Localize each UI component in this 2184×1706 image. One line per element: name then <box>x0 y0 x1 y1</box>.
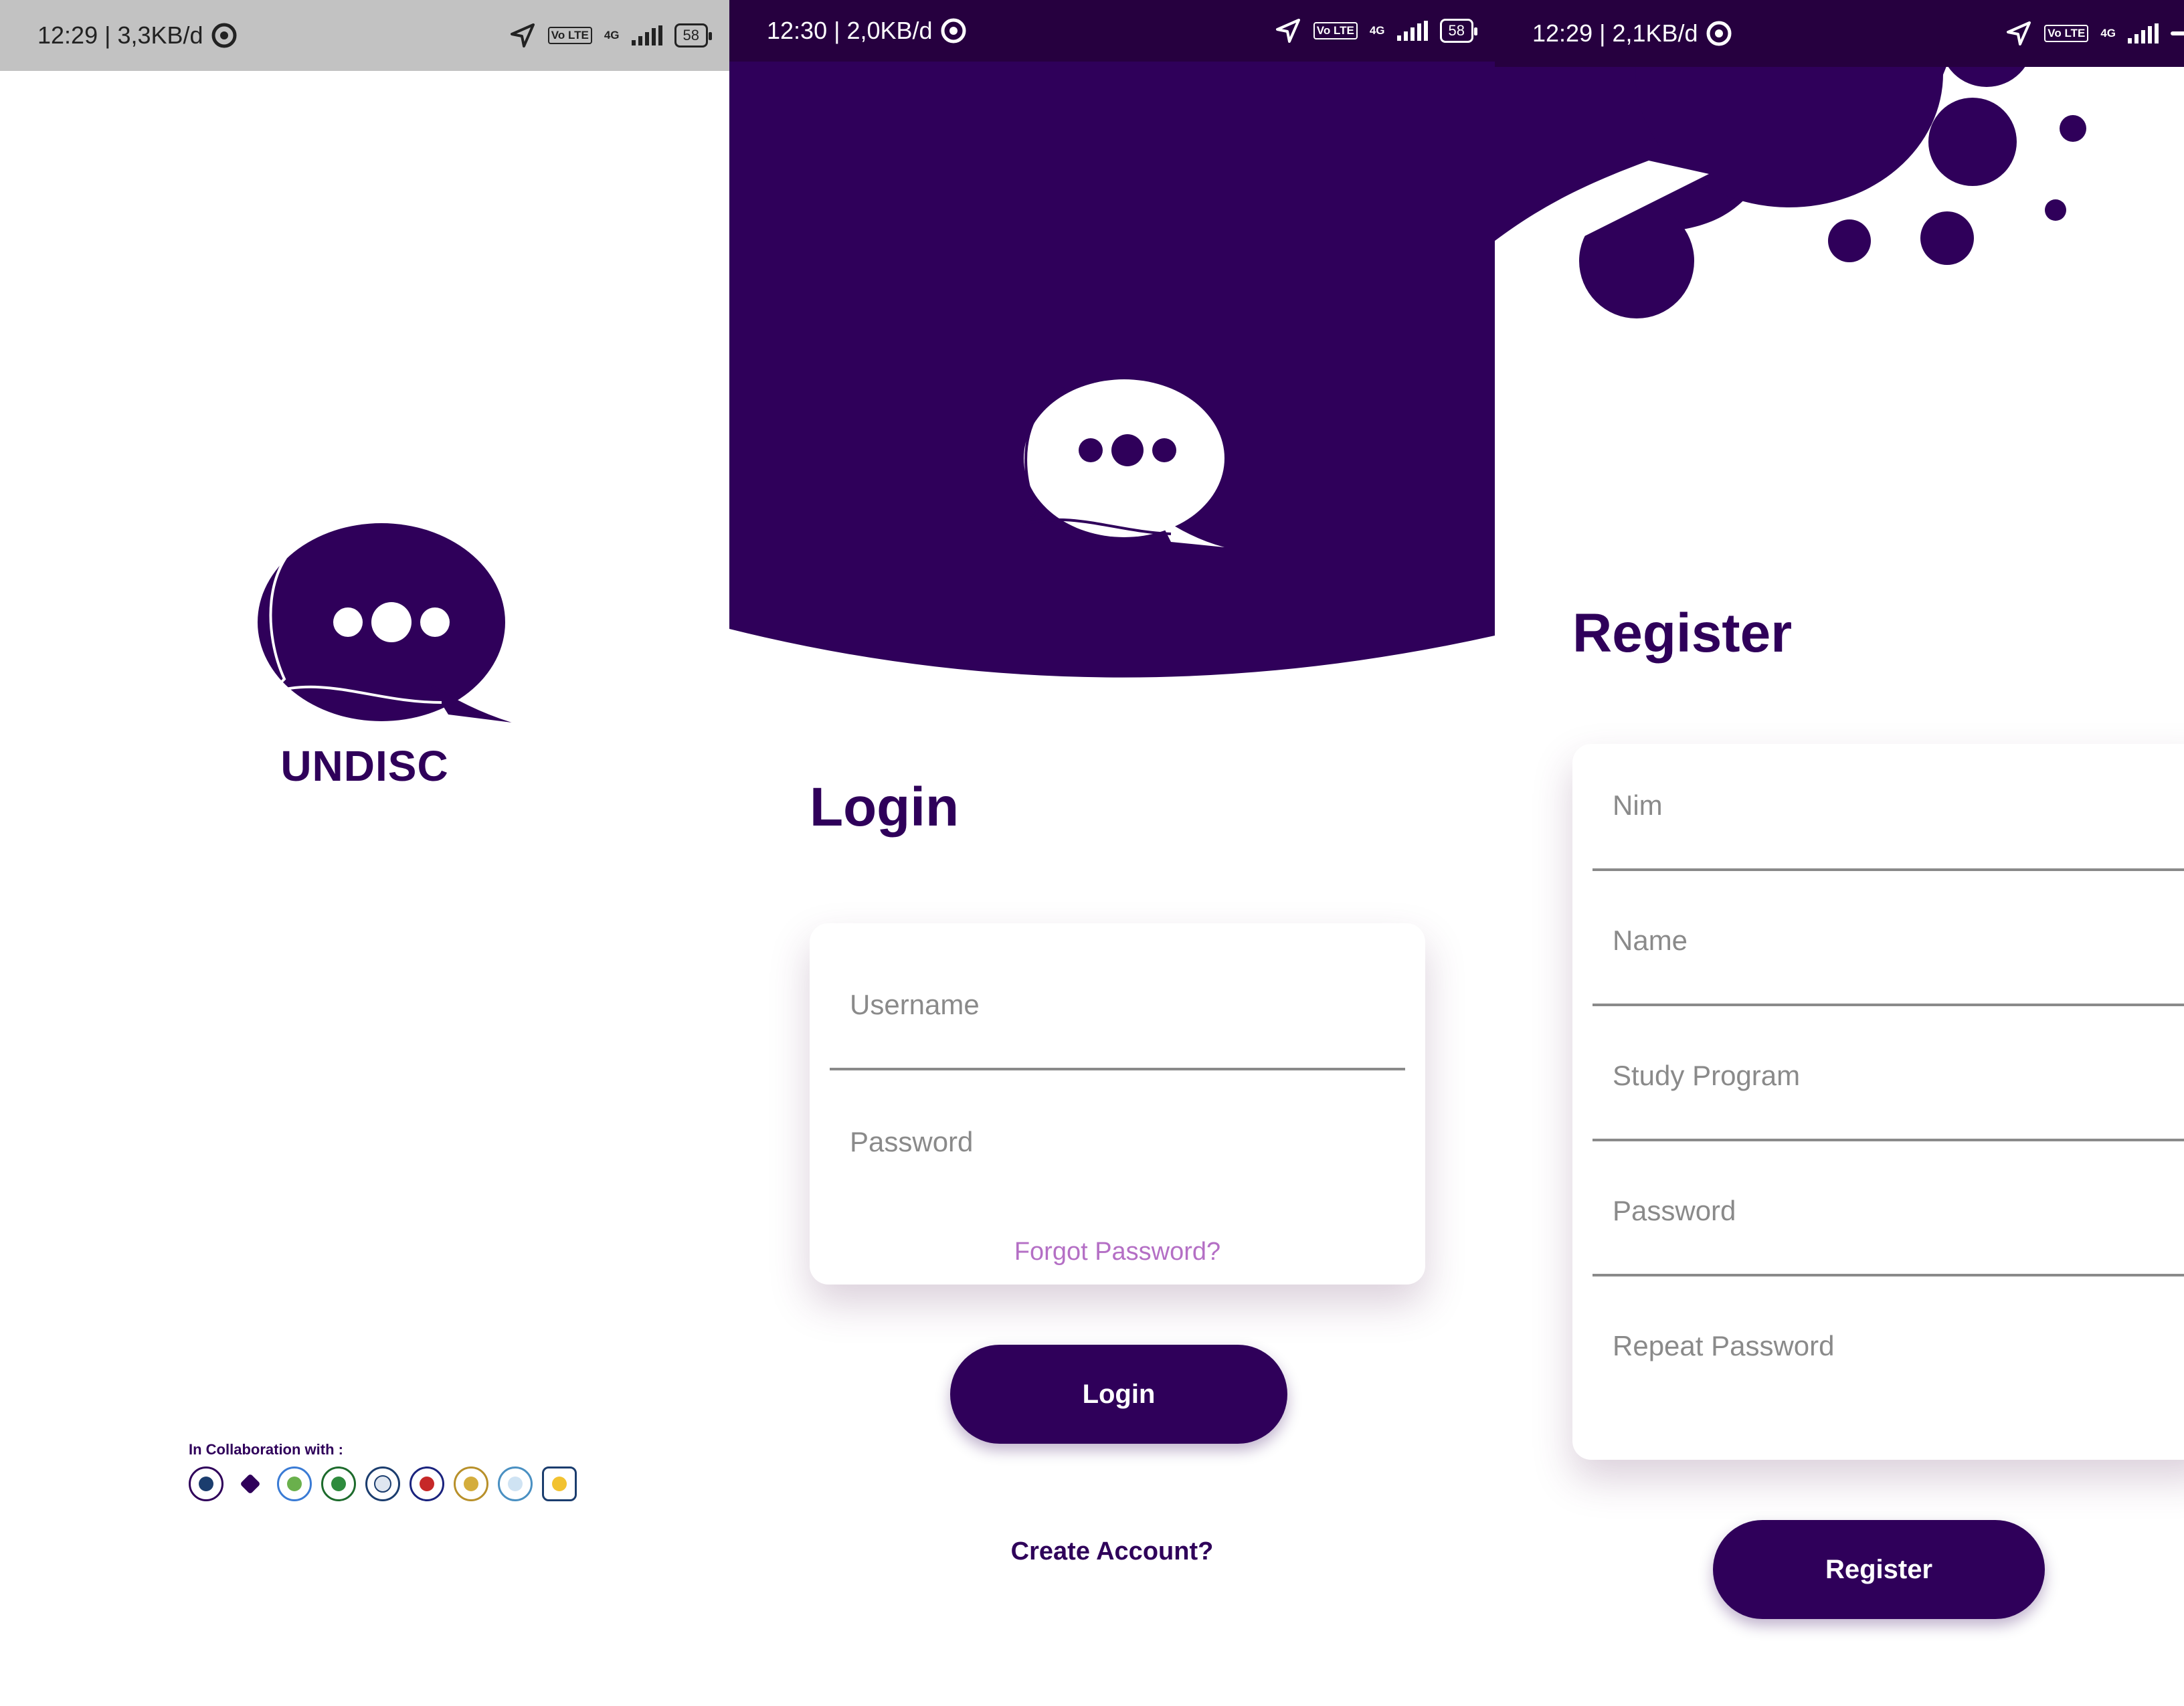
signal-icon <box>2128 23 2159 43</box>
field-underline <box>1592 1004 2184 1006</box>
undisc-logo-icon <box>258 523 512 723</box>
field-underline <box>830 1068 1405 1070</box>
volte-icon: Vo LTE <box>1313 22 1358 39</box>
repeat-password-placeholder: Repeat Password <box>1613 1330 1835 1361</box>
partner-logo-icon <box>498 1466 533 1501</box>
partner-logo-icon <box>542 1466 577 1501</box>
partner-logo-icon <box>233 1466 268 1501</box>
notification-icon <box>1706 21 1732 46</box>
notification-icon <box>211 23 237 48</box>
status-bar: 12:29 | 3,3KB/d Vo LTE 4G 58 <box>0 0 729 71</box>
page-title: Login <box>810 777 960 838</box>
create-account-link[interactable]: Create Account? <box>729 1537 1495 1566</box>
network-type: 4G <box>604 29 620 41</box>
location-icon <box>2007 21 2031 45</box>
login-button[interactable]: Login <box>950 1345 1287 1444</box>
password-placeholder: Password <box>1613 1195 1736 1226</box>
field-underline <box>1592 1274 2184 1276</box>
status-bar: 12:30 | 2,0KB/d Vo LTE 4G 58 <box>729 0 1495 62</box>
page-title: Register <box>1572 603 1793 664</box>
app-name: UNDISC <box>280 742 449 790</box>
volte-icon: Vo LTE <box>2044 25 2089 42</box>
partner-logos <box>189 1466 577 1501</box>
header-background <box>729 0 1495 678</box>
status-time: 12:30 | 2,0KB/d <box>767 17 933 44</box>
password-placeholder: Password <box>850 1126 974 1157</box>
signal-icon <box>1396 21 1428 41</box>
register-form-card: Nim Name Study Program Password Repeat P… <box>1572 744 2184 1460</box>
chat-bubble-icon <box>1023 379 1224 547</box>
forgot-password-link[interactable]: Forgot Password? <box>810 1238 1425 1266</box>
signal-icon <box>631 25 662 45</box>
battery-icon: 58 <box>1439 19 1478 43</box>
battery-icon: 58 <box>674 23 713 48</box>
location-icon <box>510 23 535 48</box>
partner-logo-icon <box>454 1466 488 1501</box>
name-field[interactable]: Name <box>1592 879 2184 1006</box>
partner-logo-icon <box>410 1466 444 1501</box>
splash-screen: 12:29 | 3,3KB/d Vo LTE 4G 58 UNDISC In C… <box>0 0 729 1706</box>
battery-icon <box>2171 31 2184 35</box>
login-form-card: Username Password Forgot Password? <box>810 923 1425 1285</box>
network-type: 4G <box>1369 24 1385 37</box>
password-field[interactable]: Password <box>1592 1149 2184 1276</box>
partner-logo-icon <box>189 1466 223 1501</box>
status-time: 12:29 | 3,3KB/d <box>37 21 203 49</box>
login-screen: 12:30 | 2,0KB/d Vo LTE 4G 58 Login Usern… <box>729 0 1495 1706</box>
repeat-password-field[interactable]: Repeat Password <box>1592 1285 2184 1412</box>
volte-icon: Vo LTE <box>547 27 592 44</box>
collab-label: In Collaboration with : <box>189 1441 343 1458</box>
field-underline <box>1592 868 2184 871</box>
register-button[interactable]: Register <box>1713 1520 2045 1619</box>
network-type: 4G <box>2100 27 2116 39</box>
register-screen: 12:29 | 2,1KB/d Vo LTE 4G Register Nim N… <box>1495 0 2184 1706</box>
nim-field[interactable]: Nim <box>1592 744 2184 871</box>
name-placeholder: Name <box>1613 925 1688 956</box>
status-time: 12:29 | 2,1KB/d <box>1532 19 1698 47</box>
status-bar: 12:29 | 2,1KB/d Vo LTE 4G <box>1495 0 2184 67</box>
field-underline <box>1592 1139 2184 1141</box>
username-placeholder: Username <box>850 989 980 1020</box>
location-icon <box>1275 19 1300 43</box>
partner-logo-icon <box>321 1466 356 1501</box>
username-field[interactable]: Username <box>830 943 1405 1070</box>
nim-placeholder: Nim <box>1613 789 1663 821</box>
study-program-placeholder: Study Program <box>1613 1060 1801 1091</box>
notification-icon <box>941 18 966 43</box>
password-field[interactable]: Password <box>830 1080 1405 1208</box>
partner-logo-icon <box>365 1466 400 1501</box>
partner-logo-icon <box>277 1466 312 1501</box>
study-program-field[interactable]: Study Program <box>1592 1014 2184 1141</box>
